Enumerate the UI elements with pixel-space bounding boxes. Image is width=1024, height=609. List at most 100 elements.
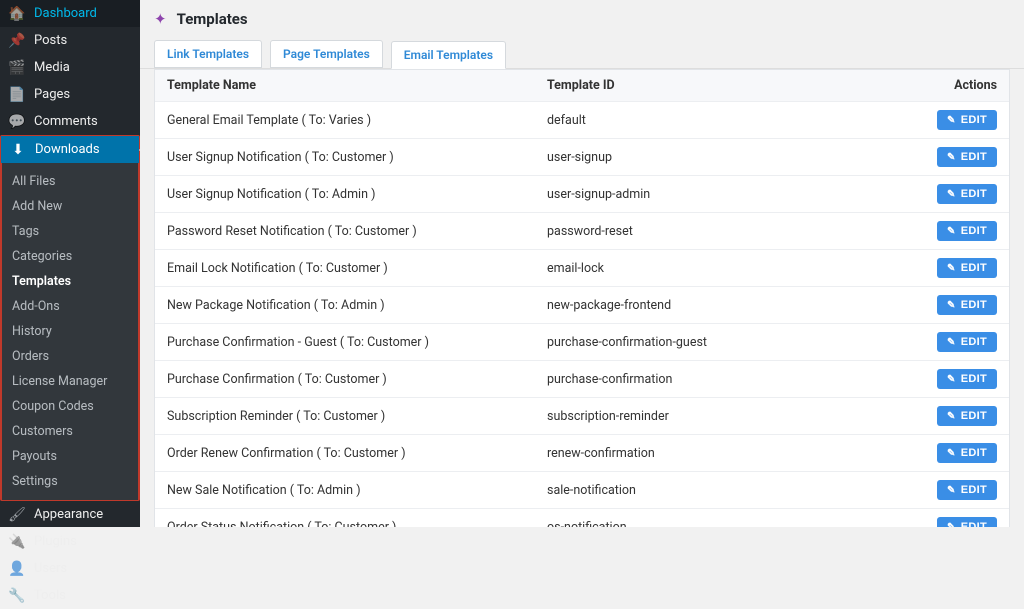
template-tabs: Link Templates Page Templates Email Templa… xyxy=(140,34,1024,69)
table-row: General Email Template ( To: Varies )def… xyxy=(155,102,1009,139)
cell-template-id: default xyxy=(547,113,877,128)
submenu-settings[interactable]: Settings xyxy=(2,469,138,494)
submenu-addons[interactable]: Add-Ons xyxy=(2,294,138,319)
pencil-icon: ✎ xyxy=(947,300,956,311)
submenu-categories[interactable]: Categories xyxy=(2,244,138,269)
edit-button[interactable]: ✎EDIT xyxy=(937,406,997,426)
edit-button[interactable]: ✎EDIT xyxy=(937,443,997,463)
edit-button[interactable]: ✎EDIT xyxy=(937,480,997,500)
cell-template-name: User Signup Notification ( To: Admin ) xyxy=(167,187,547,202)
cell-actions: ✎EDIT xyxy=(877,147,997,167)
submenu-tags[interactable]: Tags xyxy=(2,219,138,244)
cell-template-id: new-package-frontend xyxy=(547,298,877,313)
col-actions: Actions xyxy=(877,78,997,93)
tab-link-templates[interactable]: Link Templates xyxy=(154,40,262,68)
col-template-id: Template ID xyxy=(547,78,877,93)
edit-button-label: EDIT xyxy=(961,299,987,311)
cell-actions: ✎EDIT xyxy=(877,480,997,500)
table-row: Purchase Confirmation - Guest ( To: Cust… xyxy=(155,324,1009,361)
posts-icon: 📌 xyxy=(8,34,26,48)
table-row: Email Lock Notification ( To: Customer )… xyxy=(155,250,1009,287)
cell-template-name: Purchase Confirmation ( To: Customer ) xyxy=(167,372,547,387)
cell-template-id: purchase-confirmation-guest xyxy=(547,335,877,350)
sidebar-item-pages[interactable]: 📄Pages xyxy=(0,81,140,108)
table-row: New Package Notification ( To: Admin )ne… xyxy=(155,287,1009,324)
cell-actions: ✎ EDIT xyxy=(877,221,997,241)
page-title: Templates xyxy=(177,10,248,28)
pencil-icon: ✎ xyxy=(947,115,956,126)
edit-button-label: EDIT xyxy=(961,447,987,459)
tab-email-templates[interactable]: Email Templates xyxy=(391,41,506,69)
table-row: Password Reset Notification ( To: Custom… xyxy=(155,213,1009,250)
page-header: ✦ Templates xyxy=(140,0,1024,34)
cell-template-name: New Sale Notification ( To: Admin ) xyxy=(167,483,547,498)
sidebar-item-posts[interactable]: 📌 Posts xyxy=(0,27,140,54)
pencil-icon: ✎ xyxy=(947,189,956,200)
edit-button[interactable]: ✎ EDIT xyxy=(937,295,997,315)
cell-template-id: sale-notification xyxy=(547,483,877,498)
edit-button[interactable]: ✎EDIT xyxy=(937,369,997,389)
sidebar-item-users[interactable]: 👤 Users xyxy=(0,555,140,582)
submenu-templates[interactable]: Templates xyxy=(2,269,138,294)
submenu-customers[interactable]: Customers xyxy=(2,419,138,444)
cell-actions: ✎EDIT xyxy=(877,517,997,527)
edit-button[interactable]: ✎EDIT xyxy=(937,258,997,278)
sidebar-item-media[interactable]: 🎬 Media xyxy=(0,54,140,81)
plugins-icon: 🔌 xyxy=(8,535,26,549)
pencil-icon: ✎ xyxy=(947,522,956,528)
media-icon: 🎬 xyxy=(8,61,26,75)
cell-actions: ✎EDIT xyxy=(877,369,997,389)
sidebar-item-downloads[interactable]: ⬇ Downloads xyxy=(1,136,139,163)
sidebar-item-label: Downloads xyxy=(35,142,100,157)
tools-icon: 🔧 xyxy=(8,589,26,603)
cell-actions: ✎EDIT xyxy=(877,184,997,204)
edit-button[interactable]: ✎EDIT xyxy=(937,184,997,204)
wand-icon: ✦ xyxy=(154,10,167,28)
edit-button[interactable]: ✎ EDIT xyxy=(937,221,997,241)
table-row: User Signup Notification ( To: Customer … xyxy=(155,139,1009,176)
cell-template-name: Order Renew Confirmation ( To: Customer … xyxy=(167,446,547,461)
pencil-icon: ✎ xyxy=(947,152,956,163)
submenu-orders[interactable]: Orders xyxy=(2,344,138,369)
sidebar-item-comments[interactable]: 💬Comments xyxy=(0,108,140,135)
cell-template-name: New Package Notification ( To: Admin ) xyxy=(167,298,547,313)
cell-actions: ✎EDIT xyxy=(877,443,997,463)
submenu-license-manager[interactable]: License Manager xyxy=(2,369,138,394)
admin-sidebar: 🏠Dashboard 📌 Posts 🎬 Media 📄Pages💬Comments ⬇ … xyxy=(0,0,140,527)
sidebar-item-tools[interactable]: 🔧 Tools xyxy=(0,582,140,609)
edit-button[interactable]: ✎EDIT xyxy=(937,147,997,167)
table-row: User Signup Notification ( To: Admin )us… xyxy=(155,176,1009,213)
cell-template-id: purchase-confirmation xyxy=(547,372,877,387)
table-row: Subscription Reminder ( To: Customer )su… xyxy=(155,398,1009,435)
cell-actions: ✎EDIT xyxy=(877,406,997,426)
pencil-icon: ✎ xyxy=(947,374,956,385)
submenu-payouts[interactable]: Payouts xyxy=(2,444,138,469)
sidebar-item-appearance[interactable]: 🖌Appearance xyxy=(0,501,140,528)
sidebar-item-plugins[interactable]: 🔌Plugins xyxy=(0,528,140,555)
submenu-all-files[interactable]: All Files xyxy=(2,169,138,194)
cell-template-id: subscription-reminder xyxy=(547,409,877,424)
sidebar-item-label: Posts xyxy=(34,33,67,48)
table-row: Purchase Confirmation ( To: Customer )pu… xyxy=(155,361,1009,398)
pencil-icon: ✎ xyxy=(947,226,956,237)
cell-actions: ✎EDIT xyxy=(877,110,997,130)
main-content: ✦ Templates Link Templates Page Templates… xyxy=(140,0,1024,527)
cell-template-id: email-lock xyxy=(547,261,877,276)
sidebar-item-label: Tools xyxy=(34,588,66,603)
sidebar-item-label: Dashboard xyxy=(34,6,97,21)
submenu-history[interactable]: History xyxy=(2,319,138,344)
tab-page-templates[interactable]: Page Templates xyxy=(270,40,383,68)
edit-button-label: EDIT xyxy=(961,225,987,237)
users-icon: 👤 xyxy=(8,562,26,576)
edit-button-label: EDIT xyxy=(961,410,987,422)
sidebar-item-label: Users xyxy=(34,561,67,576)
edit-button[interactable]: ✎EDIT xyxy=(937,332,997,352)
sidebar-item-label: Media xyxy=(34,60,70,75)
edit-button[interactable]: ✎EDIT xyxy=(937,517,997,527)
submenu-add-new[interactable]: Add New xyxy=(2,194,138,219)
sidebar-item-dashboard[interactable]: 🏠Dashboard xyxy=(0,0,140,27)
table-header-row: Template Name Template ID Actions xyxy=(155,69,1009,102)
cell-actions: ✎EDIT xyxy=(877,332,997,352)
edit-button[interactable]: ✎EDIT xyxy=(937,110,997,130)
submenu-coupon-codes[interactable]: Coupon Codes xyxy=(2,394,138,419)
